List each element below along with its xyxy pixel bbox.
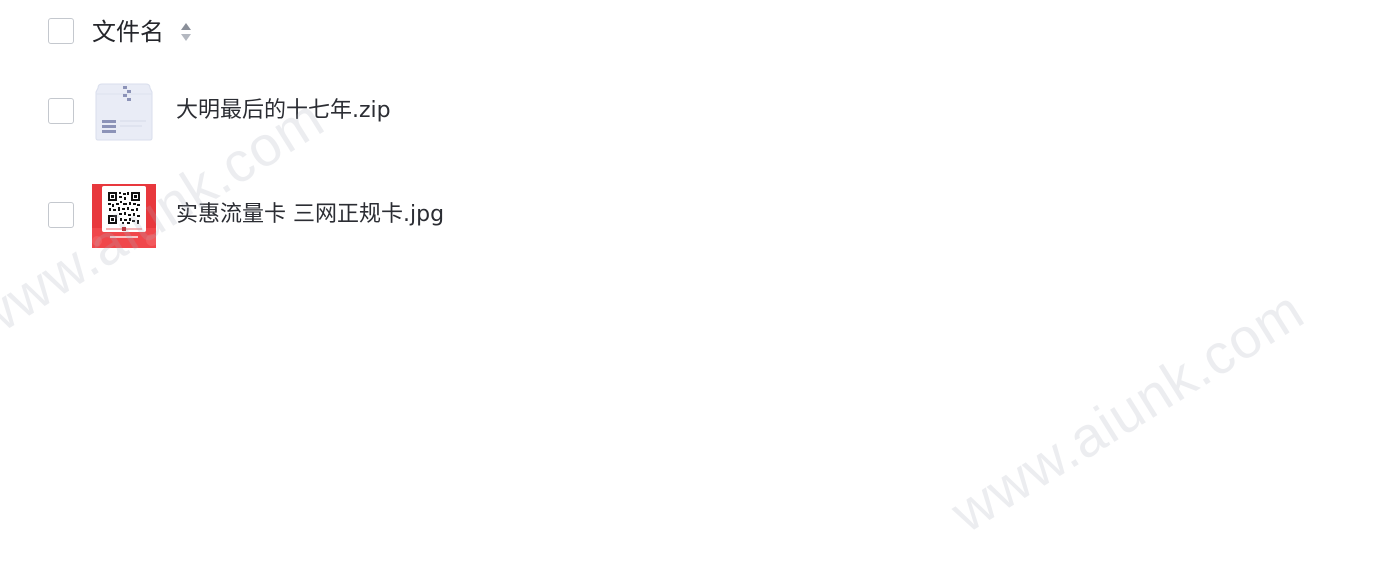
file-name-link[interactable]: 大明最后的十七年.zip	[176, 96, 391, 126]
file-name-link[interactable]: 实惠流量卡 三网正规卡.jpg	[176, 200, 444, 230]
image-thumbnail[interactable]	[92, 184, 156, 248]
zip-file-icon	[95, 83, 153, 141]
sort-icon[interactable]	[179, 21, 193, 43]
watermark-text: www.aiunk.com	[940, 277, 1315, 545]
file-checkbox[interactable]	[48, 98, 74, 124]
select-all-checkbox[interactable]	[48, 18, 74, 44]
file-checkbox[interactable]	[48, 202, 74, 228]
column-header-filename[interactable]: 文件名	[92, 16, 164, 48]
